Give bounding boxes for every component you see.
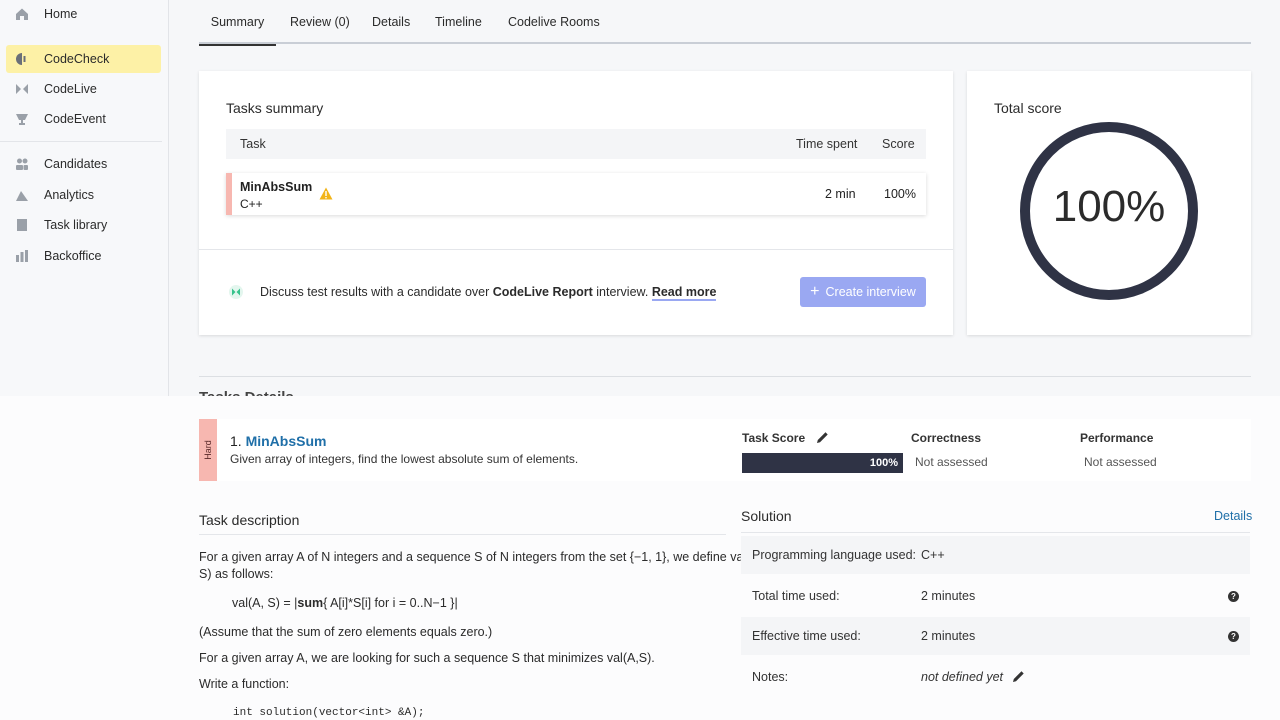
total-score-value: 100%: [1052, 182, 1166, 231]
tasks-table-header: Task Time spent Score: [226, 129, 926, 159]
difficulty-flag: [226, 173, 232, 215]
sidebar-item-task-library[interactable]: Task library: [6, 211, 161, 239]
tab-codelive-rooms[interactable]: Codelive Rooms: [508, 0, 600, 44]
sidebar-item-label: CodeEvent: [44, 112, 106, 126]
table-row[interactable]: MinAbsSum C++ 2 min 100%: [226, 173, 926, 215]
performance-label: Performance: [1080, 431, 1154, 445]
sidebar-item-label: Task library: [44, 218, 108, 232]
tab-summary[interactable]: Summary: [199, 0, 276, 46]
sidebar-item-codecheck[interactable]: CodeCheck: [6, 45, 161, 73]
codelive-icon: [14, 81, 30, 97]
col-task: Task: [240, 137, 266, 151]
tab-bar: Summary Review (0) Details Timeline Code…: [199, 0, 1251, 46]
solution-value: 2 minutes: [921, 589, 976, 603]
task-detail-card: Hard 1. MinAbsSum Given array of integer…: [199, 419, 1251, 481]
desc-p3: For a given array A, we are looking for …: [199, 651, 655, 665]
task-score-label: Task Score: [742, 431, 806, 445]
total-score-card: Total score 100%: [967, 71, 1251, 335]
trophy-icon: [14, 111, 30, 127]
plus-icon: +: [810, 283, 820, 300]
col-score: Score: [882, 137, 915, 151]
help-icon[interactable]: ?: [1228, 631, 1239, 642]
solution-label: Programming language used:: [752, 548, 916, 562]
sidebar: Home CodeCheck CodeLive CodeEvent Candid…: [0, 0, 169, 396]
sidebar-item-candidates[interactable]: Candidates: [6, 150, 161, 178]
difficulty-badge: Hard: [199, 419, 217, 481]
desc-formula: val(A, S) = |sum{ A[i]*S[i] for i = 0..N…: [232, 596, 458, 610]
discuss-text: Discuss test results with a candidate ov…: [260, 285, 717, 301]
tasks-summary-title: Tasks summary: [226, 100, 324, 116]
people-icon: [14, 156, 30, 172]
solution-label: Effective time used:: [752, 629, 861, 643]
tab-timeline[interactable]: Timeline: [435, 0, 482, 44]
task-name-link[interactable]: MinAbsSum: [246, 433, 327, 449]
pencil-icon[interactable]: [1012, 670, 1025, 686]
codelive-icon: [228, 285, 244, 302]
sidebar-item-codelive[interactable]: CodeLive: [6, 75, 161, 103]
solution-details-link[interactable]: Details: [1214, 509, 1252, 523]
backoffice-icon: [14, 248, 30, 264]
solution-row-notes: Notes: not defined yet: [741, 658, 1250, 696]
task-description-title: Task description: [199, 512, 300, 528]
solution-label: Total time used:: [752, 589, 840, 603]
col-time-spent: Time spent: [796, 137, 858, 151]
task-name: MinAbsSum: [240, 180, 313, 194]
solution-row-effective-time: Effective time used: 2 minutes ?: [741, 617, 1250, 655]
sidebar-item-codeevent[interactable]: CodeEvent: [6, 105, 161, 133]
solution-divider: [741, 532, 1250, 533]
sidebar-item-label: CodeLive: [44, 82, 97, 96]
desc-p1b: S) as follows:: [199, 567, 274, 581]
desc-p2: (Assume that the sum of zero elements eq…: [199, 625, 493, 639]
warning-icon[interactable]: [319, 187, 333, 203]
task-summary: Given array of integers, find the lowest…: [230, 452, 579, 466]
solution-title: Solution: [741, 508, 792, 524]
task-language: C++: [240, 197, 263, 211]
sidebar-item-label: Home: [44, 7, 78, 21]
solution-value: C++: [921, 548, 945, 562]
performance-value: Not assessed: [1084, 455, 1157, 469]
sidebar-item-label: Analytics: [44, 188, 95, 202]
correctness-label: Correctness: [911, 431, 982, 445]
sidebar-item-home[interactable]: Home: [6, 0, 161, 28]
desc-divider: [199, 534, 726, 535]
sidebar-item-label: Backoffice: [44, 249, 102, 263]
card-divider: [199, 249, 953, 250]
solution-value: 2 minutes: [921, 629, 976, 643]
sidebar-item-analytics[interactable]: Analytics: [6, 181, 161, 209]
correctness-value: Not assessed: [915, 455, 988, 469]
pencil-icon[interactable]: [816, 431, 829, 447]
task-score-bar: 100%: [742, 453, 903, 473]
solution-row-total-time: Total time used: 2 minutes ?: [741, 577, 1250, 615]
sidebar-divider: [0, 141, 162, 142]
section-divider: [199, 376, 1251, 377]
solution-value: not defined yet: [921, 670, 1004, 684]
desc-code: int solution(vector<int> &A);: [233, 707, 425, 719]
sidebar-item-label: CodeCheck: [44, 52, 110, 66]
analytics-icon: [14, 187, 30, 203]
sidebar-item-backoffice[interactable]: Backoffice: [6, 242, 161, 270]
desc-p4: Write a function:: [199, 677, 290, 691]
task-score: 100%: [884, 187, 916, 201]
tab-details[interactable]: Details: [372, 0, 410, 44]
create-interview-button[interactable]: + Create interview: [800, 277, 926, 307]
desc-p1: For a given array A of N integers and a …: [199, 550, 763, 564]
task-time-spent: 2 min: [825, 187, 856, 201]
book-icon: [14, 217, 30, 233]
home-icon: [14, 6, 30, 22]
total-score-title: Total score: [994, 100, 1062, 116]
tab-review[interactable]: Review (0): [290, 0, 350, 44]
codecheck-icon: [14, 51, 30, 67]
tasks-summary-card: Tasks summary Task Time spent Score MinA…: [199, 71, 953, 335]
task-heading: 1. MinAbsSum: [230, 433, 327, 449]
solution-label: Notes:: [752, 670, 789, 684]
sidebar-item-label: Candidates: [44, 157, 108, 171]
task-score-value: 100%: [869, 457, 898, 469]
solution-row-language: Programming language used: C++: [741, 536, 1250, 574]
read-more-link[interactable]: Read more: [651, 285, 717, 301]
help-icon[interactable]: ?: [1228, 591, 1239, 602]
